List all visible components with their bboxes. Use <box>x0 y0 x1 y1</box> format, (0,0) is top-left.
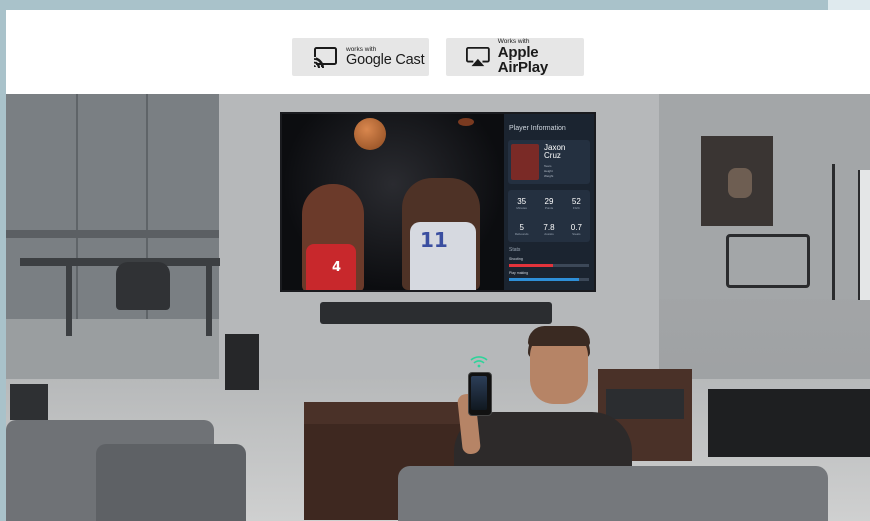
stat-label: Points <box>544 205 554 210</box>
airplay-icon <box>466 46 490 67</box>
desk-leg <box>206 266 212 336</box>
player-meta: Team Height Weight <box>544 164 588 179</box>
bar-track-shooting <box>509 264 589 267</box>
wifi-icon <box>470 356 488 368</box>
stat-cell: 0.7 Steals <box>563 216 590 242</box>
right-column <box>858 170 870 300</box>
meta-label: Weight <box>544 174 554 178</box>
smartphone-screen <box>471 376 487 410</box>
stat-value: 52 <box>571 196 581 206</box>
wall-art-figure <box>728 168 752 198</box>
stat-cell: 29 Points <box>535 190 562 216</box>
man-hair-top <box>528 326 590 346</box>
player-photo <box>511 144 539 180</box>
stats-section-title: Stats <box>509 247 521 253</box>
stat-label: Rebounds <box>514 231 529 236</box>
player-left-number: 4 <box>332 260 342 275</box>
cast-icon <box>312 47 337 68</box>
floor-lamp <box>832 164 835 300</box>
bar-label-shooting: Shooting <box>509 257 523 261</box>
bench <box>708 389 870 457</box>
end-table <box>10 384 48 420</box>
office-chair <box>116 262 170 310</box>
sofa-left-cushion <box>96 444 246 521</box>
stats-grid: 35 Minutes 29 Points 52 FG% 5 Rebounds 7.8 As… <box>508 190 590 242</box>
stat-label: Steals <box>572 231 581 236</box>
top-frame <box>0 0 870 10</box>
google-cast-badge: works with Google Cast <box>292 38 429 76</box>
bar-fill-shooting <box>509 264 553 267</box>
stat-value: 0.7 <box>570 222 582 232</box>
player-card: Jaxon Cruz Team Height Weight <box>508 140 590 184</box>
stat-label: Minutes <box>516 205 527 210</box>
coffee-table-top <box>304 402 472 424</box>
stat-value: 29 <box>544 196 554 206</box>
stat-cell: 35 Minutes <box>508 190 535 216</box>
subwoofer <box>225 334 259 390</box>
desk-leg <box>66 266 72 336</box>
stat-value: 5 <box>519 222 524 232</box>
shelf <box>6 230 219 238</box>
player-left-jersey <box>306 244 356 290</box>
stat-label: Assists <box>544 231 554 236</box>
side-table-shelf <box>606 389 684 419</box>
bar-fill-playmaking <box>509 278 580 281</box>
basketball-distant <box>458 118 474 126</box>
stat-value: 7.8 <box>543 222 555 232</box>
sofa-center <box>398 466 828 521</box>
badge-band <box>6 10 870 94</box>
bar-track-playmaking <box>509 278 589 281</box>
stat-cell: 52 FG% <box>563 190 590 216</box>
stat-cell: 5 Rebounds <box>508 216 535 242</box>
player-last-name: Cruz <box>544 151 561 160</box>
player-name: Jaxon Cruz <box>544 144 584 160</box>
airplay-label: Apple AirPlay <box>497 44 549 77</box>
google-cast-label: Google Cast <box>346 52 425 68</box>
player-info-panel: Player Information Jaxon Cruz Team Heigh… <box>504 114 594 290</box>
soundbar <box>320 302 552 324</box>
panel-title: Player Information <box>509 125 566 132</box>
tv-screen: 4 11 Player Information Jaxon Cruz Team … <box>280 112 596 292</box>
stat-cell: 7.8 Assists <box>535 216 562 242</box>
top-right-frame <box>828 0 870 10</box>
stat-label: FG% <box>572 205 580 210</box>
panel-status-bar <box>508 116 590 120</box>
window-mullion <box>76 94 78 319</box>
lounge-chair <box>726 234 810 288</box>
stat-value: 35 <box>517 196 527 206</box>
player-right-number: 11 <box>420 228 448 252</box>
basketball <box>354 118 386 150</box>
left-window <box>6 94 219 319</box>
bar-label-playmaking: Play making <box>509 271 529 275</box>
living-room-scene: 4 11 Player Information Jaxon Cruz Team … <box>6 94 870 521</box>
airplay-badge: Works with Apple AirPlay <box>446 38 584 76</box>
meta-row: Weight <box>544 174 588 179</box>
basketball-game: 4 11 <box>282 114 504 290</box>
